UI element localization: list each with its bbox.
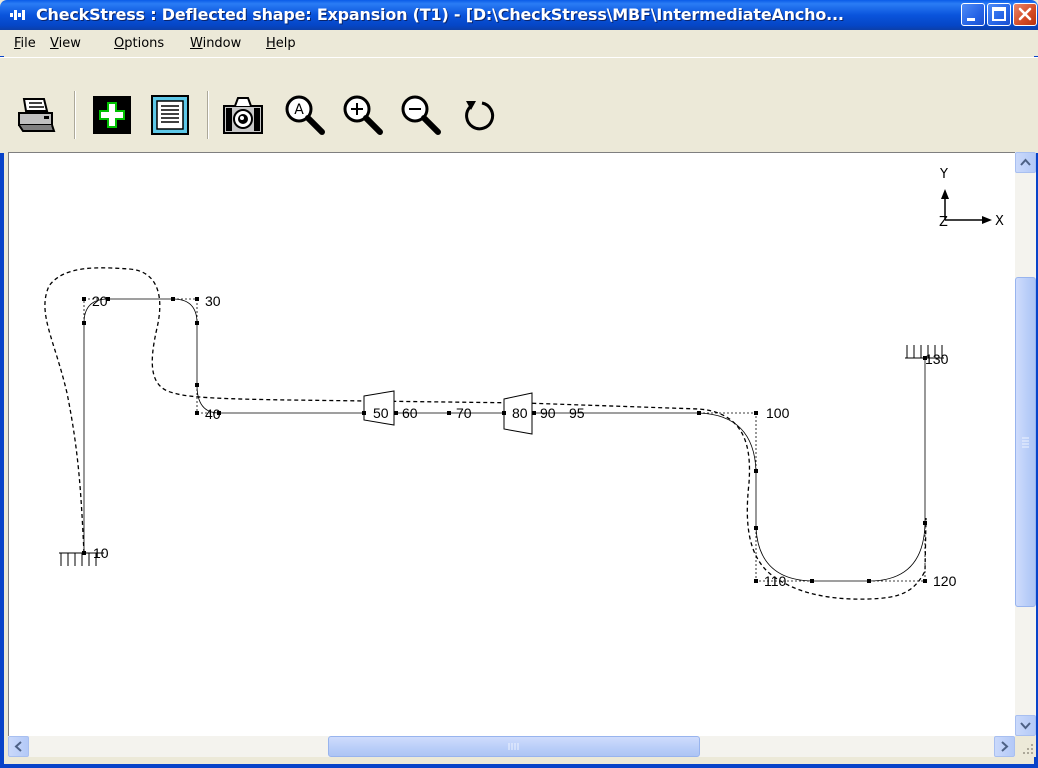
menu-file[interactable]: File <box>14 36 36 51</box>
scroll-right-button[interactable] <box>994 736 1015 757</box>
node-label-70: 70 <box>456 405 472 421</box>
node-markers <box>82 297 927 583</box>
menu-help-label: elp <box>275 36 296 51</box>
node-label-95: 95 <box>569 405 585 421</box>
axis-y-label: Y <box>939 167 948 182</box>
vertical-scroll-thumb[interactable] <box>1015 277 1036 607</box>
zoom-out-icon[interactable] <box>398 93 442 137</box>
zoom-all-icon[interactable]: A <box>282 93 326 137</box>
chevron-right-icon <box>1001 741 1009 752</box>
node-label-130: 130 <box>925 351 949 367</box>
menu-help-key: H <box>266 36 276 51</box>
minimize-icon <box>967 18 975 21</box>
toolbar-separator <box>207 91 209 139</box>
bend-construction-lines <box>83 298 926 582</box>
menu-bar: File View Options Window Help <box>0 30 1038 56</box>
menu-view-key: V <box>50 36 59 51</box>
menu-options-key: O <box>114 36 125 51</box>
menu-options-label: ptions <box>124 36 165 51</box>
print-icon[interactable] <box>14 93 58 137</box>
node-label-50: 50 <box>373 405 389 421</box>
resize-grip-icon <box>1023 744 1033 754</box>
resize-grip[interactable] <box>1015 736 1036 757</box>
maximize-icon <box>992 7 1006 21</box>
menu-file-label: ile <box>20 36 36 51</box>
node-label-10: 10 <box>93 545 109 561</box>
grip-icon <box>1022 437 1029 448</box>
menu-window[interactable]: Window <box>190 36 241 51</box>
pipe-model-view[interactable]: Y X Z 10 20 30 40 50 60 70 80 90 95 100 … <box>9 153 1016 737</box>
node-label-100: 100 <box>766 405 790 421</box>
node-label-120: 120 <box>933 573 957 589</box>
window-title: CheckStress : Deflected shape: Expansion… <box>36 5 844 24</box>
axis-triad: Y X Z <box>939 167 1004 230</box>
camera-icon[interactable] <box>221 93 265 137</box>
close-icon <box>1018 7 1032 21</box>
svg-text:A: A <box>294 102 304 118</box>
window-frame-bottom <box>0 764 1038 768</box>
close-button[interactable] <box>1013 3 1037 26</box>
menu-view[interactable]: View <box>50 36 81 51</box>
menu-window-label: indow <box>202 36 242 51</box>
menu-options[interactable]: Options <box>114 36 164 51</box>
scroll-down-button[interactable] <box>1015 715 1036 736</box>
node-label-30: 30 <box>205 293 221 309</box>
menu-window-key: W <box>190 36 203 51</box>
node-label-90: 90 <box>540 405 556 421</box>
node-label-20: 20 <box>92 293 108 309</box>
deflected-shape <box>44 267 927 600</box>
chevron-down-icon <box>1020 722 1031 730</box>
menu-help[interactable]: Help <box>266 36 296 51</box>
axis-x-label: X <box>995 214 1004 229</box>
add-node-icon[interactable] <box>90 93 134 137</box>
node-label-110: 110 <box>764 573 787 589</box>
node-label-60: 60 <box>402 405 418 421</box>
toolbar: A <box>0 57 1038 153</box>
scroll-left-button[interactable] <box>8 736 29 757</box>
pipe-original-shape <box>83 298 926 582</box>
grip-icon <box>508 743 519 750</box>
rotate-icon[interactable] <box>458 93 502 137</box>
maximize-button[interactable] <box>987 3 1011 26</box>
horizontal-scrollbar[interactable] <box>8 736 1015 757</box>
zoom-in-icon[interactable] <box>340 93 384 137</box>
vertical-scrollbar[interactable] <box>1015 152 1036 736</box>
minimize-button[interactable] <box>961 3 985 26</box>
node-label-40: 40 <box>205 406 221 422</box>
horizontal-scroll-thumb[interactable] <box>328 736 700 757</box>
node-label-80: 80 <box>512 405 528 421</box>
title-bar[interactable]: CheckStress : Deflected shape: Expansion… <box>0 0 1038 30</box>
chevron-up-icon <box>1020 158 1031 166</box>
report-icon[interactable] <box>148 93 192 137</box>
app-icon <box>10 10 25 20</box>
chevron-left-icon <box>14 741 22 752</box>
toolbar-separator <box>74 91 76 139</box>
menu-view-label: iew <box>58 36 81 51</box>
axis-z-label: Z <box>939 215 948 230</box>
drawing-canvas[interactable]: Y X Z 10 20 30 40 50 60 70 80 90 95 100 … <box>8 152 1016 737</box>
scroll-up-button[interactable] <box>1015 152 1036 173</box>
